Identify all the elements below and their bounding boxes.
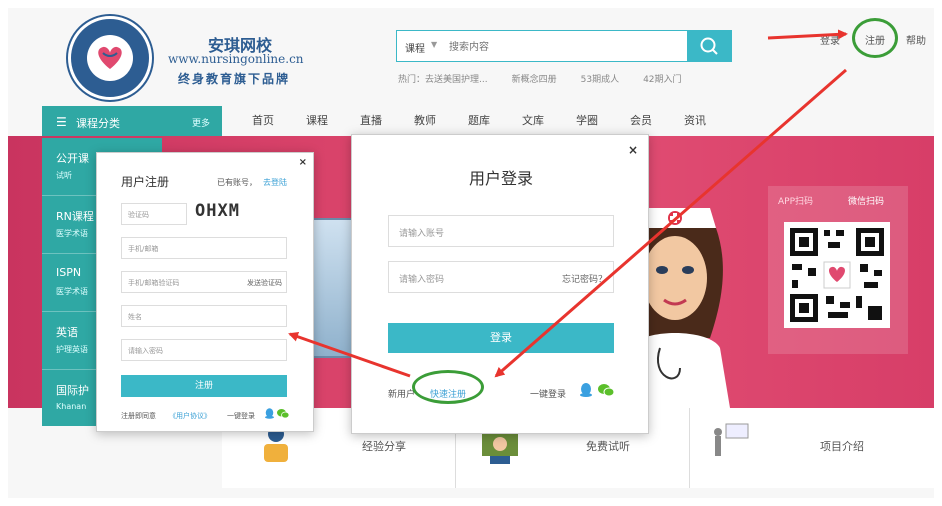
register-title: 用户注册	[121, 175, 170, 189]
school-logo[interactable]	[68, 16, 152, 100]
search-icon	[700, 37, 718, 55]
category-more-link[interactable]: 更多	[192, 116, 210, 129]
course-category-button[interactable]: ☰ 课程分类 更多	[42, 106, 222, 138]
register-password-placeholder: 请输入密码	[128, 347, 163, 355]
hot-item[interactable]: 42期入门	[643, 72, 681, 85]
one-key-login-label: 一键登录	[530, 390, 567, 400]
quick-register-highlight-circle	[412, 370, 484, 404]
feature-project-intro[interactable]: 项目介绍	[690, 408, 934, 488]
sidebar-item-sub: 护理英语	[56, 345, 88, 354]
project-intro-icon	[714, 423, 749, 456]
login-link[interactable]: 登录	[820, 32, 840, 47]
hot-searches: 热门：去送美国护理... 新概念四册 53期成人 42期入门	[398, 72, 682, 85]
close-icon[interactable]: ×	[299, 157, 307, 168]
chevron-down-icon: ▼	[431, 40, 438, 49]
feature-label: 免费试听	[586, 440, 630, 453]
qr-panel: APP扫码 微信扫码	[768, 186, 908, 354]
name-input[interactable]: 姓名	[121, 305, 287, 327]
send-code-button[interactable]: 发送验证码	[247, 278, 282, 288]
sidebar-item-sub: 试听	[56, 171, 72, 180]
qr-code-icon	[784, 222, 890, 328]
sidebar-item-title: ISPN	[56, 266, 82, 279]
account-placeholder: 请输入账号	[399, 229, 445, 239]
agree-label: 注册即同意	[121, 412, 156, 420]
website: 安琪网校 www.nursingonline.cn 终身教育旗下品牌 课程 ▼ …	[8, 8, 934, 498]
brand-url: www.nursingonline.cn	[168, 52, 304, 66]
nav-item-circle[interactable]: 学圈	[576, 112, 630, 128]
captcha-placeholder: 验证码	[128, 211, 149, 219]
login-modal: × 用户登录 请输入账号 请输入密码 忘记密码？ 登录 新用户 快速注册 一键登…	[351, 134, 649, 434]
code-placeholder: 手机/邮箱验证码	[128, 279, 180, 287]
screenshot-stage: 安琪网校 www.nursingonline.cn 终身教育旗下品牌 课程 ▼ …	[0, 0, 942, 506]
has-account-label: 已有账号，	[217, 178, 257, 187]
logo-emblem-icon	[87, 35, 133, 81]
search-input[interactable]	[449, 37, 669, 57]
one-key-login-label: 一键登录	[227, 412, 255, 420]
nav-item-courses[interactable]: 课程	[306, 112, 360, 128]
hot-item[interactable]: 53期成人	[581, 72, 619, 85]
user-protocol-link[interactable]: 《用户协议》	[169, 411, 211, 421]
menu-icon: ☰	[56, 115, 67, 129]
name-placeholder: 姓名	[128, 313, 142, 321]
register-password-input[interactable]: 请输入密码	[121, 339, 287, 361]
nav-item-news[interactable]: 资讯	[684, 112, 738, 128]
sidebar-item-title: 英语	[56, 326, 78, 339]
qq-icon[interactable]	[580, 383, 592, 397]
nav-item-home[interactable]: 首页	[252, 112, 306, 128]
sidebar-item-title: 国际护	[56, 384, 89, 397]
nav-item-question-bank[interactable]: 题库	[468, 112, 522, 128]
hot-item[interactable]: 新概念四册	[512, 72, 557, 85]
captcha-input[interactable]: 验证码	[121, 203, 187, 225]
verify-code-input[interactable]: 手机/邮箱验证码 发送验证码	[121, 271, 287, 293]
phone-placeholder: 手机/邮箱	[128, 245, 159, 253]
feature-label: 经验分享	[362, 440, 406, 453]
forgot-password-link[interactable]: 忘记密码？	[562, 272, 607, 285]
wechat-scan-tab[interactable]: 微信扫码	[848, 194, 884, 207]
register-button[interactable]: 注册	[121, 375, 287, 397]
search-bar: 课程 ▼	[396, 30, 732, 62]
sidebar-item-sub: Khanan	[56, 402, 87, 411]
sidebar-item-sub: 医学术语	[56, 287, 88, 296]
login-title: 用户登录	[468, 169, 533, 188]
sidebar-item-title: 公开课	[56, 152, 89, 165]
nav-item-membership[interactable]: 会员	[630, 112, 684, 128]
qq-icon[interactable]	[265, 408, 274, 419]
password-input[interactable]: 请输入密码 忘记密码？	[388, 261, 614, 293]
wechat-icon[interactable]	[598, 384, 614, 396]
new-user-label: 新用户	[388, 390, 416, 400]
phone-email-input[interactable]: 手机/邮箱	[121, 237, 287, 259]
account-input[interactable]: 请输入账号	[388, 215, 614, 247]
go-login-link[interactable]: 去登陆	[263, 177, 287, 188]
hot-label: 热门：	[398, 75, 426, 85]
category-label: 课程分类	[76, 117, 120, 130]
nav-item-teachers[interactable]: 教师	[414, 112, 468, 128]
captcha-image[interactable]: OHXM	[195, 201, 240, 221]
search-category-select[interactable]: 课程	[405, 40, 425, 55]
app-scan-tab[interactable]: APP扫码	[778, 194, 813, 207]
password-placeholder: 请输入密码	[399, 275, 445, 285]
register-modal: × 用户注册 已有账号， 去登陆 验证码 OHXM 手机/邮箱 手机/邮箱验证码…	[96, 152, 314, 432]
feature-label: 项目介绍	[820, 440, 864, 453]
sidebar-item-title: RN课程	[56, 210, 94, 223]
brand-slogan: 终身教育旗下品牌	[178, 72, 291, 86]
login-button[interactable]: 登录	[388, 323, 614, 353]
nav-item-library[interactable]: 文库	[522, 112, 576, 128]
nav-item-live[interactable]: 直播	[360, 112, 414, 128]
sidebar-item-sub: 医学术语	[56, 229, 88, 238]
search-button[interactable]	[687, 31, 731, 61]
register-highlight-circle	[852, 18, 898, 58]
close-icon[interactable]: ×	[628, 143, 638, 157]
hot-item[interactable]: 去送美国护理...	[425, 75, 488, 85]
help-link[interactable]: 帮助	[906, 32, 926, 47]
wechat-icon[interactable]	[277, 409, 289, 418]
main-nav: 首页 课程 直播 教师 题库 文库 学圈 会员 资讯	[252, 112, 738, 128]
